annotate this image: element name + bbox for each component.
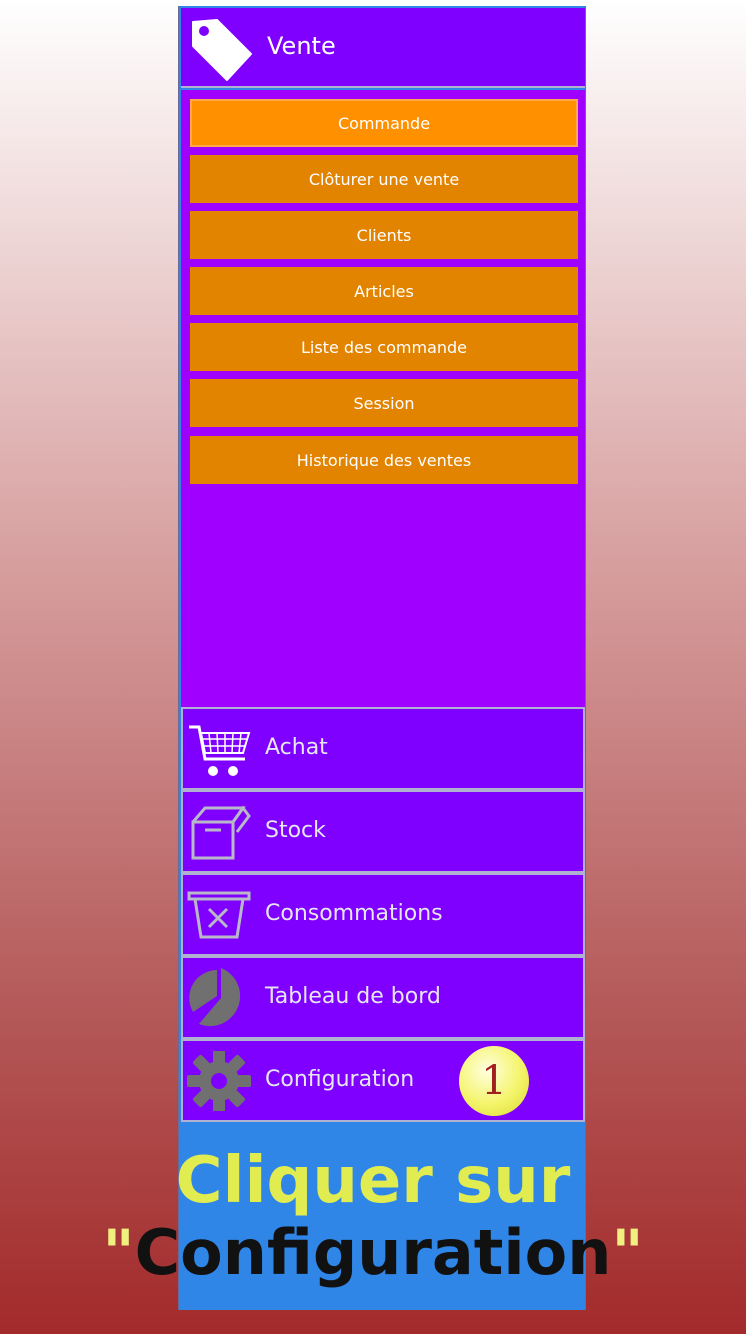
instruction-text-line2: "Configuration": [0, 1216, 746, 1289]
box-icon: [191, 805, 251, 860]
submenu-historique-ventes-button[interactable]: Historique des ventes: [190, 436, 578, 484]
sidebar-panel: Vente Commande Clôturer une vente Client…: [178, 6, 586, 1310]
nav-item-tableau-de-bord[interactable]: Tableau de bord: [181, 956, 585, 1039]
nav-item-consommations[interactable]: Consommations: [181, 873, 585, 956]
nav-item-stock[interactable]: Stock: [181, 790, 585, 873]
instruction-target: Configuration: [134, 1216, 612, 1289]
quote-close: ": [611, 1216, 644, 1289]
nav-item-label: Tableau de bord: [265, 984, 441, 1009]
nav-item-label: Stock: [265, 818, 326, 843]
gear-icon: [187, 1051, 251, 1111]
nav-header-vente[interactable]: Vente: [181, 8, 585, 88]
submenu-liste-commande-button[interactable]: Liste des commande: [190, 323, 578, 371]
submenu-commande-button[interactable]: Commande: [190, 99, 578, 147]
submenu-articles-button[interactable]: Articles: [190, 267, 578, 315]
nav-item-label: Consommations: [265, 901, 443, 926]
quote-open: ": [102, 1216, 135, 1289]
nav-item-label: Configuration: [265, 1067, 415, 1092]
submenu-session-button[interactable]: Session: [190, 379, 578, 427]
cart-icon: [189, 725, 251, 776]
vente-submenu: Commande Clôturer une vente Clients Arti…: [181, 90, 585, 708]
submenu-clients-button[interactable]: Clients: [190, 211, 578, 259]
nav-item-achat[interactable]: Achat: [181, 707, 585, 790]
nav-header-label: Vente: [267, 32, 336, 60]
step-number-badge: 1: [459, 1046, 529, 1116]
pie-chart-icon: [189, 968, 241, 1027]
submenu-cloturer-vente-button[interactable]: Clôturer une vente: [190, 155, 578, 203]
basket-x-icon: [187, 891, 251, 939]
tag-icon: [192, 19, 252, 81]
nav-item-label: Achat: [265, 735, 328, 760]
instruction-text-line1: Cliquer sur: [175, 1144, 571, 1218]
